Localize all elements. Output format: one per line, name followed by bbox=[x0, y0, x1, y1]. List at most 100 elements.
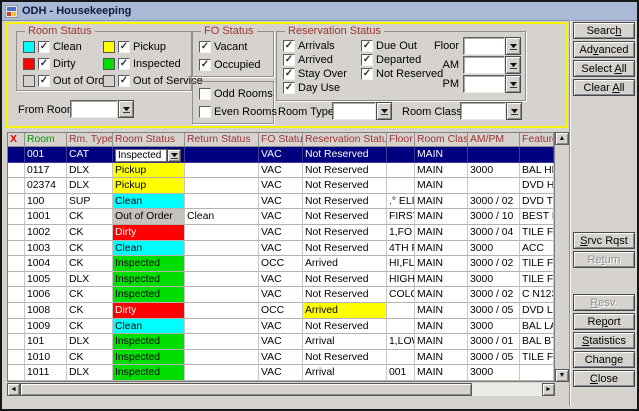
horizontal-scrollbar[interactable]: ◄ ► bbox=[7, 383, 555, 396]
app-icon[interactable] bbox=[5, 5, 18, 18]
room-type-label: Room Type bbox=[278, 106, 334, 118]
scroll-up-icon[interactable]: ▲ bbox=[555, 132, 569, 145]
cell-features: TILE FLC bbox=[520, 350, 554, 366]
from-room-input[interactable] bbox=[70, 100, 118, 118]
select-all-button[interactable]: Select All bbox=[573, 60, 635, 77]
checkbox-box[interactable]: ✓ bbox=[283, 68, 295, 80]
am-input[interactable] bbox=[463, 56, 505, 74]
checkbox-box[interactable]: ✓ bbox=[283, 82, 295, 94]
scroll-down-icon[interactable]: ▼ bbox=[555, 369, 569, 382]
checkbox-box[interactable]: ✓ bbox=[38, 58, 50, 70]
checkbox-box[interactable]: ✓ bbox=[199, 59, 211, 71]
room-status-group: Room Status ✓Clean✓Dirty✓Out of Order ✓P… bbox=[16, 31, 192, 91]
inspected-checkbox[interactable]: ✓Inspected bbox=[103, 57, 203, 70]
occupied-checkbox[interactable]: ✓Occupied bbox=[199, 58, 260, 71]
checkbox-box[interactable]: ✓ bbox=[38, 75, 50, 87]
checkbox-box[interactable] bbox=[199, 88, 211, 100]
am-combo bbox=[463, 56, 521, 74]
odd-rooms-checkbox[interactable]: Odd Rooms bbox=[199, 87, 277, 100]
arrived-checkbox[interactable]: ✓Arrived bbox=[283, 53, 347, 66]
table-row[interactable]: 1008CKDirtyOCCArrivedMAIN3000 / 05DVD LA… bbox=[8, 303, 554, 319]
cell-reservation-status: Not Reserved bbox=[303, 209, 387, 225]
checkbox-box[interactable]: ✓ bbox=[38, 41, 50, 53]
cell-floor bbox=[387, 319, 415, 335]
arrivals-checkbox[interactable]: ✓Arrivals bbox=[283, 39, 347, 52]
checkbox-box[interactable]: ✓ bbox=[118, 41, 130, 53]
dropdown-icon[interactable] bbox=[505, 56, 521, 74]
scroll-right-icon[interactable]: ► bbox=[542, 383, 555, 396]
floor-input[interactable] bbox=[463, 37, 505, 55]
table-row[interactable]: 001CATInspectedVACNot ReservedMAIN bbox=[8, 147, 554, 163]
pickup-checkbox[interactable]: ✓Pickup bbox=[103, 40, 203, 53]
table-row[interactable]: 1011DLXInspectedVACArrival001MAIN3000 bbox=[8, 365, 554, 381]
close-button[interactable]: Close bbox=[573, 370, 635, 387]
day-use-checkbox[interactable]: ✓Day Use bbox=[283, 81, 347, 94]
table-row[interactable]: 1006CKInspectedVACNot ReservedCOLCMAIN30… bbox=[8, 287, 554, 303]
pm-input[interactable] bbox=[463, 75, 505, 93]
advanced-button[interactable]: Advanced bbox=[573, 41, 635, 58]
table-row[interactable]: 02374DLXPickupVACNot ReservedMAINDVD HB bbox=[8, 178, 554, 194]
dropdown-icon[interactable] bbox=[505, 75, 521, 93]
floor-combo bbox=[463, 37, 521, 55]
vertical-scrollbar[interactable]: ▲ ▼ bbox=[555, 132, 569, 382]
resv-button[interactable]: Resv. bbox=[573, 294, 635, 311]
window-title: ODH - Housekeeping bbox=[22, 5, 131, 17]
table-row[interactable]: 1005DLXInspectedVACNot ReservedHIGHMAIN3… bbox=[8, 272, 554, 288]
table-row[interactable]: 1002CKDirtyVACNot Reserved1,FOMAIN3000 /… bbox=[8, 225, 554, 241]
dropdown-icon[interactable] bbox=[506, 102, 522, 120]
cell-features: BAL BT bbox=[520, 334, 554, 350]
table-row[interactable]: 101DLXInspectedVACArrival1,LOWMAIN3000 /… bbox=[8, 334, 554, 350]
checkbox-box[interactable] bbox=[199, 106, 211, 118]
titlebar: ODH - Housekeeping bbox=[2, 2, 637, 21]
checkbox-box[interactable]: ✓ bbox=[283, 40, 295, 52]
cell-rm-type: CK bbox=[67, 287, 113, 303]
room-class-input[interactable] bbox=[460, 102, 506, 120]
window: ODH - Housekeeping Room Status ✓Clean✓Di… bbox=[0, 0, 639, 411]
column-header-fo-status: FO Status bbox=[259, 133, 303, 147]
cell-room-status: Inspected bbox=[113, 365, 185, 381]
even-rooms-checkbox[interactable]: Even Rooms bbox=[199, 105, 277, 118]
dirty-checkbox[interactable]: ✓Dirty bbox=[23, 57, 114, 70]
dropdown-icon[interactable] bbox=[118, 100, 134, 118]
checkbox-box[interactable]: ✓ bbox=[361, 68, 373, 80]
cell-return-status bbox=[185, 178, 259, 194]
cell-room: 1001 bbox=[25, 209, 67, 225]
table-row[interactable]: 1009CKCleanVACNot ReservedMAIN3000BAL LA… bbox=[8, 319, 554, 335]
return-button[interactable]: Return bbox=[573, 251, 635, 268]
change-button[interactable]: Change bbox=[573, 351, 635, 368]
room-status-value[interactable]: Inspected bbox=[115, 149, 167, 162]
room-type-input[interactable] bbox=[332, 102, 376, 120]
out-of-order-checkbox[interactable]: ✓Out of Order bbox=[23, 74, 114, 87]
table-row[interactable]: 0117DLXPickupVACNot ReservedMAIN3000BAL … bbox=[8, 163, 554, 179]
cell-return-status bbox=[185, 163, 259, 179]
report-button[interactable]: Report bbox=[573, 313, 635, 330]
search-button[interactable]: Search bbox=[573, 22, 635, 39]
table-row[interactable]: 1003CKCleanVACNot Reserved4TH FMAIN3000A… bbox=[8, 241, 554, 257]
dropdown-icon[interactable] bbox=[505, 37, 521, 55]
scrollbar-thumb[interactable] bbox=[20, 383, 472, 396]
dropdown-icon[interactable] bbox=[167, 149, 181, 162]
buttons-top: Search Advanced Select All Clear All bbox=[573, 22, 637, 98]
clean-checkbox[interactable]: ✓Clean bbox=[23, 40, 114, 53]
dropdown-icon[interactable] bbox=[376, 102, 392, 120]
checkbox-box[interactable]: ✓ bbox=[118, 58, 130, 70]
checkbox-box[interactable]: ✓ bbox=[199, 41, 211, 53]
clear-all-button[interactable]: Clear All bbox=[573, 79, 635, 96]
srvc-rqst-button[interactable]: Srvc Rqst bbox=[573, 232, 635, 249]
checkbox-box[interactable]: ✓ bbox=[283, 54, 295, 66]
cell-rm-type: CK bbox=[67, 225, 113, 241]
table-row[interactable]: 1004CKInspectedOCCArrivedHI,FLCMAIN3000 … bbox=[8, 256, 554, 272]
out-of-service-checkbox[interactable]: ✓Out of Service bbox=[103, 74, 203, 87]
table-row[interactable]: 1001CKOut of OrderCleanVACNot ReservedFI… bbox=[8, 209, 554, 225]
checkbox-box[interactable]: ✓ bbox=[361, 54, 373, 66]
checkbox-box[interactable]: ✓ bbox=[118, 75, 130, 87]
checkbox-box[interactable]: ✓ bbox=[361, 40, 373, 52]
scroll-left-icon[interactable]: ◄ bbox=[7, 383, 20, 396]
vacant-checkbox[interactable]: ✓Vacant bbox=[199, 40, 260, 53]
stay-over-checkbox[interactable]: ✓Stay Over bbox=[283, 67, 347, 80]
table-row[interactable]: 100SUPCleanVACNot Reserved.° ELISMAIN300… bbox=[8, 194, 554, 210]
table-row[interactable]: 1010CKInspectedVACNot ReservedMAIN3000 /… bbox=[8, 350, 554, 366]
statistics-button[interactable]: Statistics bbox=[573, 332, 635, 349]
cell-am-pm: 3000 bbox=[468, 319, 520, 335]
room-status-combo[interactable]: Inspected bbox=[115, 149, 181, 162]
